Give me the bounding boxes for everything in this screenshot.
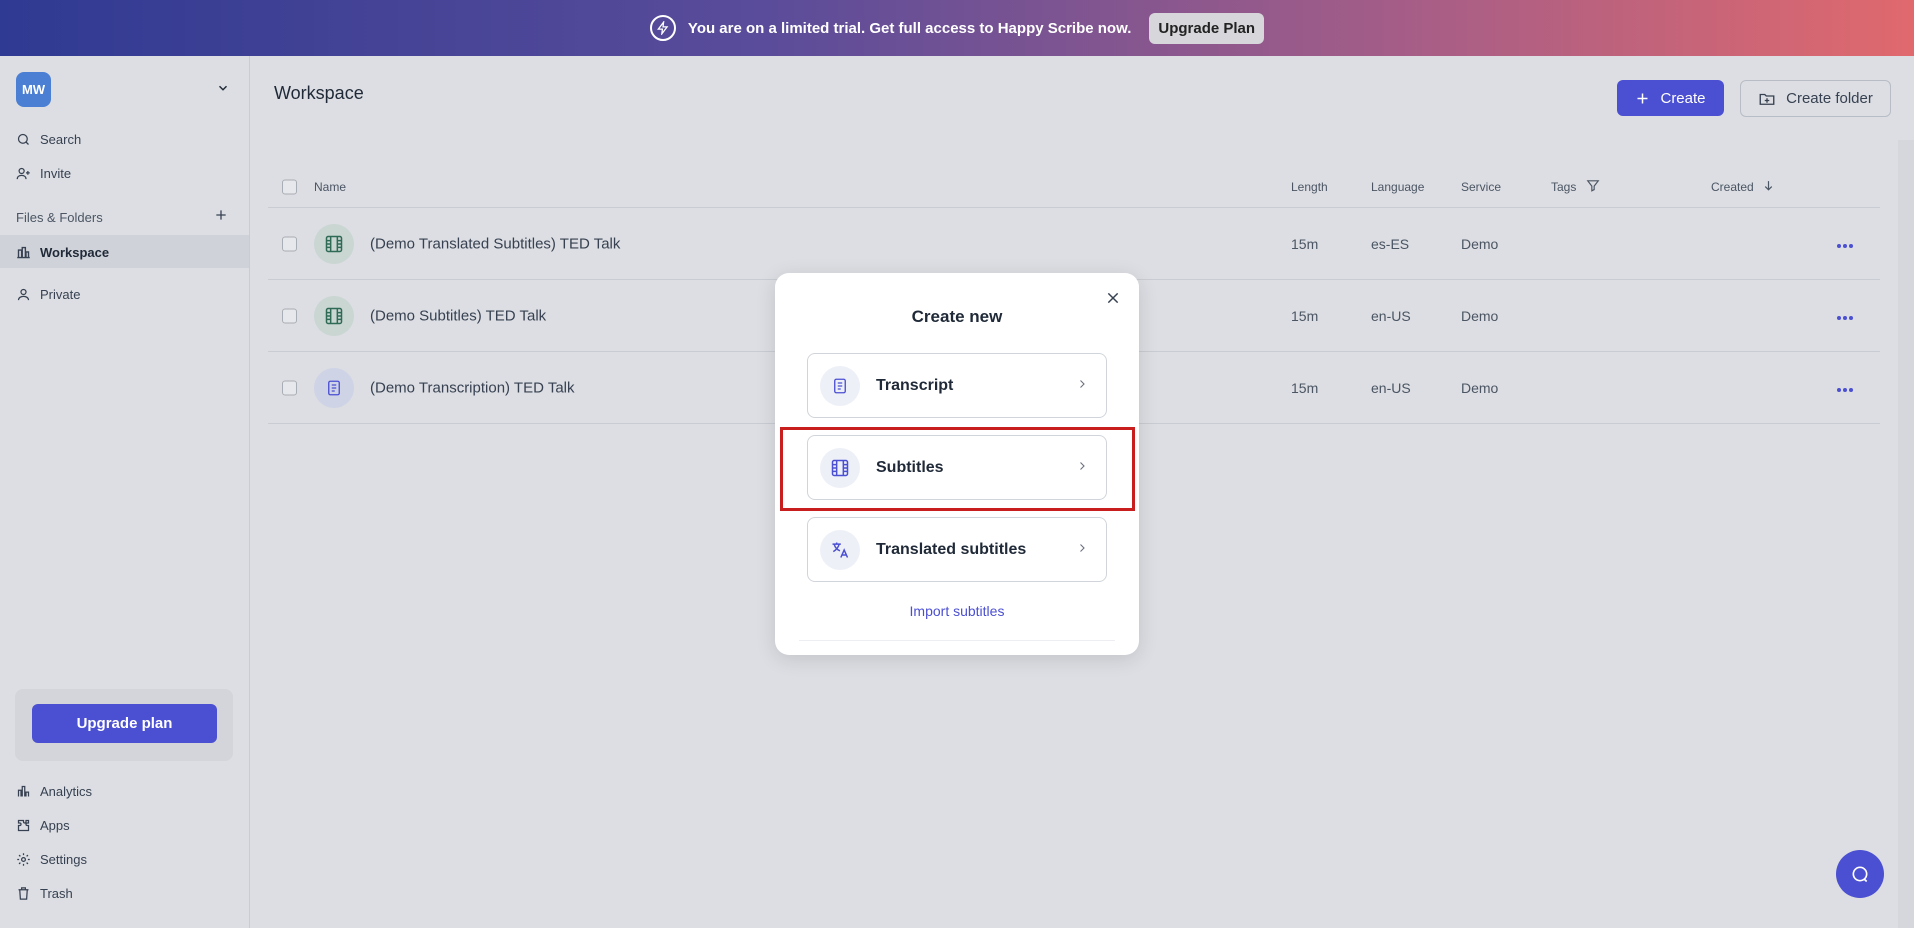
scrollbar[interactable] [1898,140,1914,928]
row-checkbox[interactable] [282,308,297,323]
chat-icon [1852,866,1868,883]
document-icon [820,365,860,406]
add-folder-icon[interactable] [214,208,228,227]
row-checkbox[interactable] [282,236,297,251]
film-icon [314,295,354,336]
chevron-right-icon [1076,541,1088,559]
document-icon [314,367,354,408]
table-header: Name Length Language Service Tags Create… [268,166,1880,208]
create-button[interactable]: Create [1617,80,1724,116]
dialog-title: Create new [911,307,1003,326]
sidebar-item-private[interactable]: Private [16,287,80,302]
workspace-icon [17,246,30,259]
analytics-icon [17,785,30,797]
sidebar-item-label: Settings [40,852,87,867]
import-subtitles-link[interactable]: Import subtitles [775,603,1139,619]
row-checkbox[interactable] [282,380,297,395]
chevron-right-icon [1076,377,1088,395]
column-length[interactable]: Length [1291,180,1328,194]
sidebar-item-label: Private [40,287,81,302]
create-folder-label: Create folder [1786,90,1873,107]
sidebar-item-analytics[interactable]: Analytics [16,784,92,799]
sidebar-item-label: Workspace [40,245,110,260]
table-row[interactable]: (Demo Translated Subtitles) TED Talk 15m… [268,208,1880,280]
trial-banner: You are on a limited trial. Get full acc… [0,0,1914,56]
column-created[interactable]: Created [1711,180,1754,194]
create-folder-button[interactable]: Create folder [1740,80,1891,117]
files-folders-heading: Files & Folders [16,210,103,225]
file-service: Demo [1461,307,1499,324]
column-name[interactable]: Name [314,180,346,194]
file-name[interactable]: (Demo Translated Subtitles) TED Talk [370,235,620,252]
user-plus-icon [16,167,30,180]
file-name[interactable]: (Demo Subtitles) TED Talk [370,307,546,324]
file-length: 15m [1291,307,1319,324]
page-title: Workspace [274,83,364,103]
trash-icon [18,887,29,900]
sidebar-item-search[interactable]: Search [16,132,81,147]
sidebar-item-invite[interactable]: Invite [16,166,71,181]
search-icon [17,133,29,145]
selection-highlight [780,427,1135,511]
gear-icon [17,853,30,866]
file-length: 15m [1291,379,1319,396]
user-icon [17,288,30,301]
trial-message: You are on a limited trial. Get full acc… [687,19,1132,37]
folder-plus-icon [1759,93,1775,105]
file-language: es-ES [1371,235,1410,252]
puzzle-icon [17,819,30,832]
translate-icon [820,529,860,570]
upgrade-plan-banner-button[interactable]: Upgrade Plan [1149,12,1265,44]
option-transcript[interactable]: Transcript [807,353,1107,418]
lightning-icon [649,15,676,41]
create-button-label: Create [1660,89,1706,107]
chevron-down-icon[interactable] [216,81,230,100]
file-service: Demo [1461,379,1499,396]
sidebar-item-apps[interactable]: Apps [16,818,70,833]
file-length: 15m [1291,235,1319,252]
arrow-down-icon[interactable] [1762,179,1775,195]
filter-icon[interactable] [1586,178,1600,195]
column-tags[interactable]: Tags [1551,180,1576,194]
file-language: en-US [1371,379,1411,396]
plus-icon [1637,93,1648,103]
column-service[interactable]: Service [1461,180,1501,194]
sidebar-item-label: Trash [40,886,73,901]
file-name[interactable]: (Demo Transcription) TED Talk [370,379,575,396]
file-language: en-US [1371,307,1411,324]
sidebar-item-settings[interactable]: Settings [16,852,87,867]
upgrade-plan-button[interactable]: Upgrade plan [32,704,217,743]
sidebar-item-label: Analytics [40,784,93,799]
sidebar-item-label: Apps [40,818,70,833]
option-label: Translated subtitles [876,540,1027,558]
avatar[interactable]: MW [16,72,51,107]
sidebar-item-workspace[interactable]: Workspace [16,245,109,260]
more-options-icon[interactable] [1836,380,1854,396]
sidebar-item-trash[interactable]: Trash [16,886,73,901]
select-all-checkbox[interactable] [282,179,297,194]
close-icon[interactable] [1105,290,1121,311]
file-service: Demo [1461,235,1499,252]
sidebar-item-label: Search [40,132,82,147]
option-translated-subtitles[interactable]: Translated subtitles [807,517,1107,582]
help-chat-button[interactable] [1836,850,1884,898]
sidebar-item-label: Invite [40,166,72,181]
column-language[interactable]: Language [1371,180,1424,194]
option-label: Transcript [876,376,954,394]
more-options-icon[interactable] [1836,308,1854,324]
more-options-icon[interactable] [1836,236,1854,252]
sidebar: MW Search Invite Files & Folders Workspa… [0,56,250,928]
divider [799,640,1115,641]
film-icon [314,223,354,264]
